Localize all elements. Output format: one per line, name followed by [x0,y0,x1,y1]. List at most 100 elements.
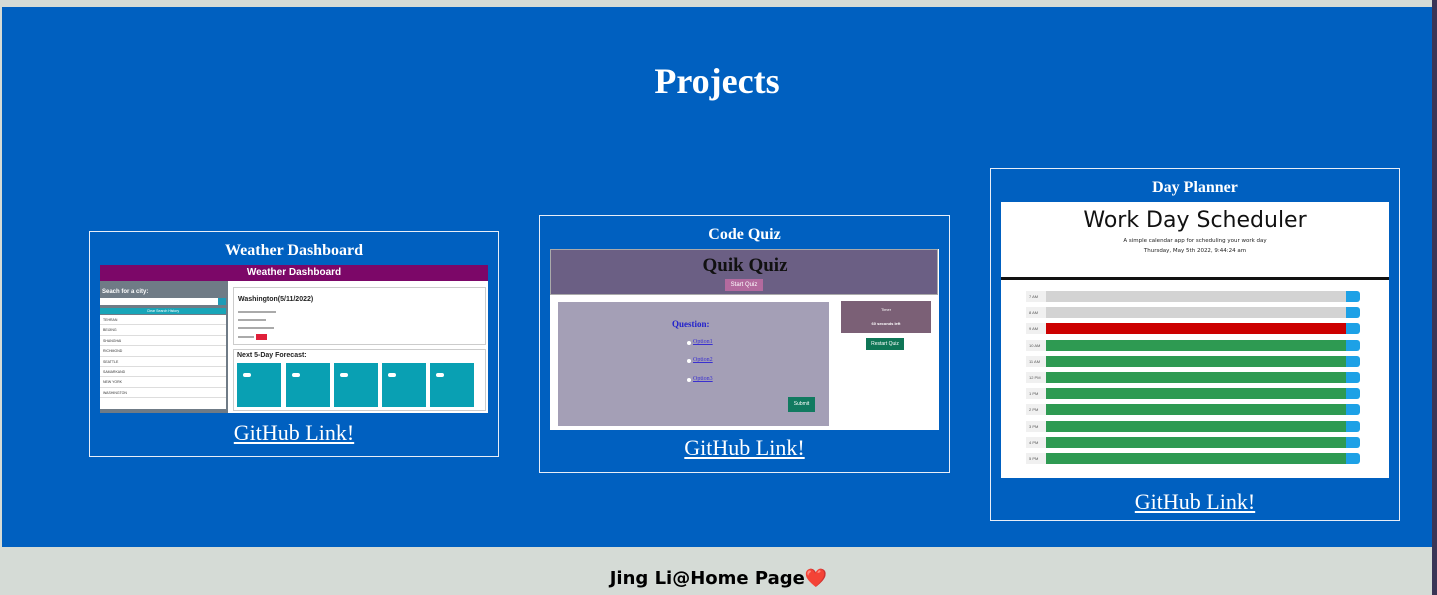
preview-text-line [238,327,274,329]
preview-option: Option2 [687,357,713,363]
preview-forecast: Next 5-Day Forecast: [233,349,486,411]
preview-city: RICHMOND [100,346,226,357]
preview-hour-slot [1046,291,1346,302]
heart-icon: ❤️ [804,568,828,589]
preview-hour-label: 7 AM [1026,291,1046,302]
save-icon [1346,372,1360,383]
preview-forecast-card [430,363,474,407]
preview-city: TEHRAN [100,315,226,326]
save-icon [1346,339,1360,351]
footer-text: Jing Li@Home Page [609,568,805,589]
preview-hour-row: 7 AM [1026,291,1360,302]
preview-hour-row: 4 PM [1026,436,1360,448]
preview-option: Option3 [687,376,713,382]
cloud-icon [243,373,251,377]
project-card-weather: Weather Dashboard Weather Dashboard Seac… [89,231,499,457]
preview-hour-row: 9 AM [1026,323,1360,335]
preview-hour-label: 8 AM [1026,307,1046,319]
preview-hour-row: 1 PM [1026,388,1360,400]
preview-hour-label: 12 PM [1026,372,1046,383]
preview-hour-row: 3 PM [1026,420,1360,432]
preview-hour-label: 2 PM [1026,404,1046,416]
preview-timer-text: 60 seconds left [871,321,901,326]
preview-text-line [238,336,254,338]
preview-city: BEIJING [100,325,226,336]
preview-hour-row: 2 PM [1026,404,1360,416]
preview-restart-button: Restart Quiz [866,338,904,350]
preview-question-label: Question: [672,319,710,329]
preview-header: Weather Dashboard [100,265,488,281]
preview-hour-slot [1046,436,1346,448]
preview-hour-label: 4 PM [1026,436,1046,448]
preview-clear-button: Clear Search History [100,308,226,314]
preview-forecast-card [334,363,378,407]
preview-hour-row: 10 AM [1026,339,1360,351]
preview-city: NEW YORK [100,377,226,388]
preview-hour-row: 5 PM [1026,453,1360,464]
preview-search-button [218,298,226,305]
preview-city: SAMARKAND [100,367,226,378]
preview-forecast-label: Next 5-Day Forecast: [237,352,307,359]
preview-forecast-card [382,363,426,407]
cloud-icon [340,373,348,377]
preview-current-weather: Washington(5/11/2022) [233,287,486,345]
preview-quiz-title: Quik Quiz [702,255,788,276]
save-icon [1346,323,1360,335]
preview-hour-label: 1 PM [1026,388,1046,400]
save-icon [1346,355,1360,367]
preview-start-button: Start Quiz [725,279,763,291]
preview-divider [1001,277,1389,280]
save-icon [1346,291,1360,302]
preview-planner-title: Work Day Scheduler [1083,208,1307,233]
preview-text-line [238,319,266,321]
preview-hour-row: 12 PM [1026,372,1360,383]
save-icon [1346,404,1360,416]
preview-hour-slot [1046,453,1346,464]
preview-timer-title: Timer [880,307,892,312]
preview-city: SEATTLE [100,357,226,367]
preview-hour-label: 10 AM [1026,339,1046,351]
github-link-weather[interactable]: GitHub Link! [90,420,498,446]
project-title: Day Planner [1152,179,1238,196]
window-edge [1432,0,1437,595]
preview-city: WASHINGTON [100,388,226,399]
preview-search-label: Seach for a city: [102,289,149,295]
github-link-quiz[interactable]: GitHub Link! [540,435,949,461]
cloud-icon [292,373,300,377]
save-icon [1346,436,1360,448]
save-icon [1346,307,1360,319]
preview-hour-row: 8 AM [1026,307,1360,319]
preview-hour-label: 9 AM [1026,323,1046,335]
project-screenshot-quiz: Quik Quiz Start Quiz Question: Option1 O… [550,249,939,430]
project-card-planner: Day Planner Work Day Scheduler A simple … [990,168,1400,521]
preview-hour-slot [1046,388,1346,400]
preview-search-input [100,298,218,305]
preview-city-list: TEHRAN BEIJING SHANGHAI RICHMOND SEATTLE… [100,315,226,409]
preview-hour-label: 5 PM [1026,453,1046,464]
preview-hour-slot [1046,372,1346,383]
preview-hour-label: 11 AM [1026,355,1046,367]
preview-hour-slot [1046,339,1346,351]
footer: Jing Li@Home Page❤️ [0,568,1437,589]
preview-uv-badge [256,334,267,340]
preview-hour-slot [1046,323,1346,335]
preview-current-city: Washington(5/11/2022) [238,296,314,303]
project-screenshot-weather: Weather Dashboard Seach for a city: Clea… [100,265,488,413]
preview-hour-slot [1046,420,1346,432]
project-title: Weather Dashboard [225,242,363,259]
preview-hour-slot [1046,355,1346,367]
preview-submit-button: Submit [788,397,815,412]
preview-hour-slot [1046,307,1346,319]
cloud-icon [436,373,444,377]
preview-header: Quik Quiz Start Quiz [550,249,938,295]
project-screenshot-planner: Work Day Scheduler A simple calendar app… [1001,202,1389,478]
preview-timer: Timer 60 seconds left [841,301,931,333]
save-icon [1346,388,1360,400]
preview-planner-subtitle: A simple calendar app for scheduling you… [1123,238,1267,244]
save-icon [1346,420,1360,432]
save-icon [1346,453,1360,464]
preview-sidebar: Seach for a city: Clear Search History T… [100,281,228,413]
github-link-planner[interactable]: GitHub Link! [991,489,1399,515]
preview-hour-row: 11 AM [1026,355,1360,367]
preview-planner-date: Thursday, May 5th 2022, 9:44:24 am [1143,248,1247,254]
